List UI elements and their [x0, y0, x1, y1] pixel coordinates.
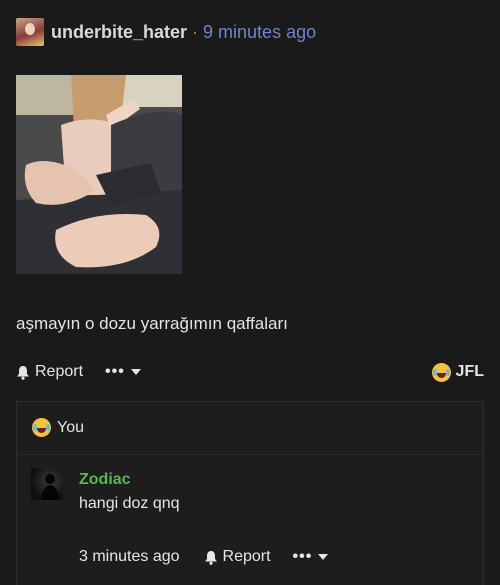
separator-dot: ·: [192, 21, 199, 42]
post-time[interactable]: 9 minutes ago: [203, 22, 316, 43]
comment-text: hangi doz qnq: [79, 495, 180, 512]
reactors-row[interactable]: You: [32, 418, 84, 437]
ellipsis-icon: •••: [292, 548, 313, 565]
report-button[interactable]: Report: [16, 363, 83, 381]
avatar[interactable]: [16, 18, 44, 46]
comment-avatar[interactable]: [31, 468, 63, 500]
post-header: underbite_hater · 9 minutes ago: [16, 18, 316, 46]
divider: [17, 454, 483, 455]
ellipsis-icon: •••: [105, 363, 125, 380]
username[interactable]: underbite_hater: [51, 22, 187, 43]
caret-down-icon: [318, 554, 329, 560]
bell-icon: [204, 550, 217, 565]
comment-author[interactable]: Zodiac: [79, 471, 131, 489]
reactors-label: You: [57, 418, 84, 436]
more-options-button[interactable]: •••: [105, 363, 141, 381]
tears-of-joy-emoji-icon: [32, 418, 51, 437]
post-photo: [16, 75, 182, 274]
bell-icon: [17, 365, 29, 380]
post-image[interactable]: [16, 75, 182, 274]
comment-report-label: Report: [222, 548, 271, 565]
silhouette-image: [41, 474, 59, 500]
reaction-summary[interactable]: JFL: [431, 362, 484, 382]
caret-down-icon: [130, 369, 141, 375]
comment-time[interactable]: 3 minutes ago: [79, 548, 180, 566]
comment-more-options-button[interactable]: •••: [293, 548, 329, 566]
report-label: Report: [35, 363, 84, 380]
comment-report-button[interactable]: Report: [204, 548, 271, 566]
post-action-bar: Report ••• JFL: [16, 358, 484, 386]
reaction-label: JFL: [455, 363, 484, 380]
tears-of-joy-emoji-icon: [431, 362, 451, 382]
comment-action-bar: 3 minutes ago Report •••: [79, 548, 329, 566]
post-text: aşmayın o dozu yarrağımın qaffaları: [16, 314, 288, 333]
reply-section: You Zodiac hangi doz qnq 3 minutes ago R…: [16, 401, 484, 585]
